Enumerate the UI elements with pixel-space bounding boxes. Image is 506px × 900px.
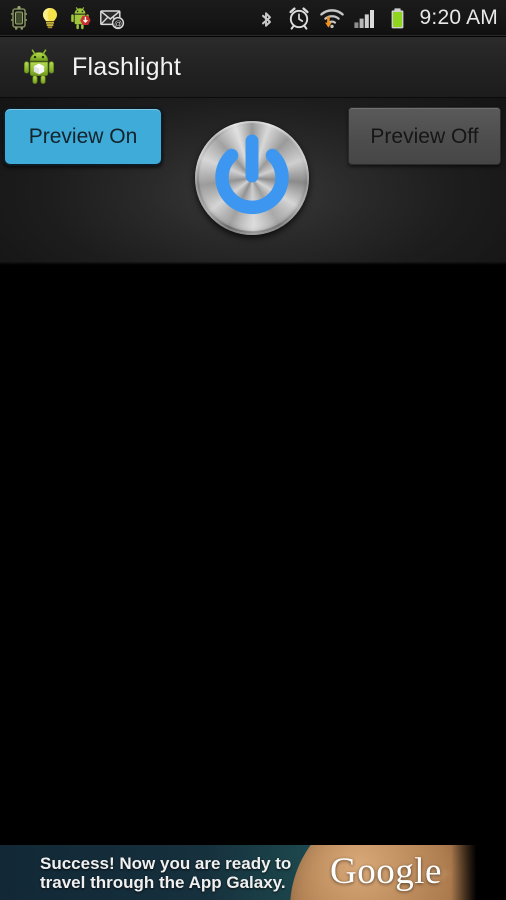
alarm-clock-icon xyxy=(286,5,312,31)
control-panel: Preview On Preview Off xyxy=(0,98,506,265)
status-bar: @ 9:20 AM xyxy=(0,0,506,36)
phone-screen: @ 9:20 AM Flashlight Preview On Preview … xyxy=(0,0,506,900)
signal-bars-icon xyxy=(352,5,378,31)
status-bar-system-icons[interactable]: 9:20 AM xyxy=(253,0,498,36)
android-app-icon xyxy=(20,48,58,86)
email-at-icon: @ xyxy=(99,5,125,31)
action-bar: Flashlight xyxy=(0,37,506,98)
lightbulb-icon xyxy=(37,5,63,31)
bluetooth-icon xyxy=(253,5,279,31)
svg-text:@: @ xyxy=(114,19,122,28)
battery-icon xyxy=(385,5,411,31)
ad-text: Success! Now you are ready to travel thr… xyxy=(40,854,310,892)
robot-tool-icon xyxy=(6,5,32,31)
android-update-icon xyxy=(68,5,94,31)
google-logo: Google xyxy=(330,851,442,892)
ad-banner[interactable]: Success! Now you are ready to travel thr… xyxy=(0,845,481,900)
page-title: Flashlight xyxy=(72,52,181,81)
power-icon xyxy=(215,134,289,215)
status-bar-clock: 9:20 AM xyxy=(419,6,498,29)
preview-off-button[interactable]: Preview Off xyxy=(348,107,501,165)
ad-line-2: travel through the App Galaxy. xyxy=(40,873,286,892)
preview-on-button[interactable]: Preview On xyxy=(3,107,163,166)
flashlight-screen-area[interactable] xyxy=(0,265,506,845)
status-bar-notification-icons[interactable]: @ xyxy=(6,0,125,36)
wifi-download-icon xyxy=(319,5,345,31)
ad-edge-fade xyxy=(451,845,481,900)
power-toggle-button[interactable] xyxy=(195,121,309,235)
ad-line-1: Success! Now you are ready to xyxy=(40,854,292,873)
